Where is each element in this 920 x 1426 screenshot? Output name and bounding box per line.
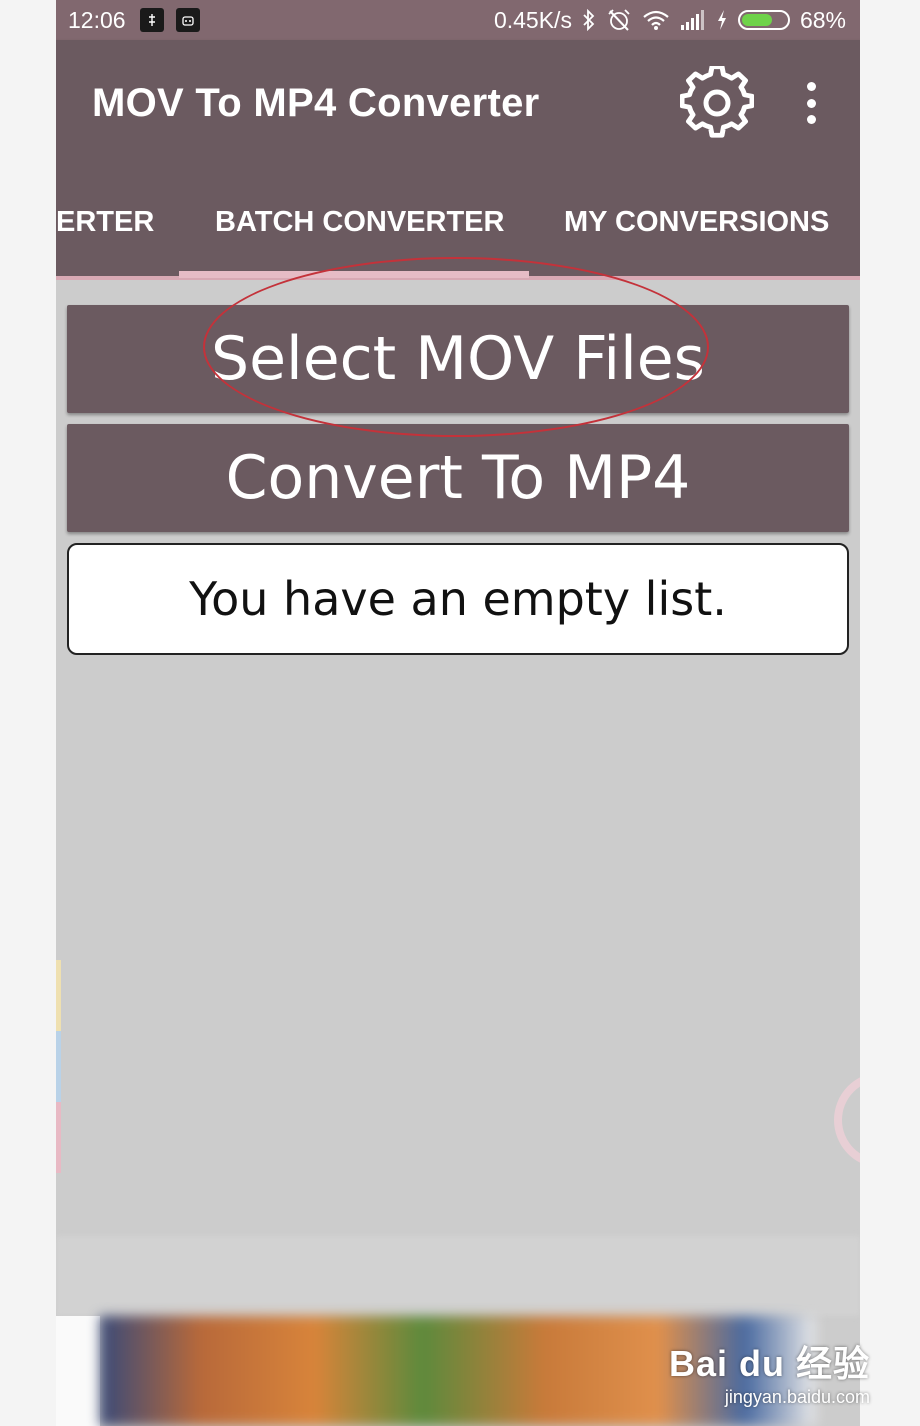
empty-list-message: You have an empty list. bbox=[189, 572, 727, 626]
watermark-logo: Bai du 经验 bbox=[668, 1343, 870, 1384]
signal-icon bbox=[680, 10, 704, 30]
charging-icon bbox=[717, 10, 726, 30]
floating-ring-decoration bbox=[834, 1072, 860, 1168]
app-title: MOV To MP4 Converter bbox=[92, 80, 540, 125]
tab-batch-converter[interactable]: BATCH CONVERTER bbox=[215, 206, 504, 239]
battery-level bbox=[741, 14, 772, 26]
gear-icon[interactable] bbox=[680, 66, 754, 140]
status-time: 12:06 bbox=[68, 6, 126, 33]
ad-blur-band bbox=[56, 1236, 860, 1316]
notification-app-icon bbox=[139, 8, 164, 32]
status-bar: 12:06 0.45K/s 68% bbox=[56, 0, 860, 40]
ad-left-margin bbox=[56, 1316, 100, 1426]
tab-my-conversions[interactable]: MY CONVERSIONS bbox=[564, 206, 829, 239]
app-bar: MOV To MP4 Converter bbox=[56, 40, 860, 166]
convert-to-mp4-button[interactable]: Convert To MP4 bbox=[67, 424, 849, 532]
right-margin bbox=[860, 0, 920, 1426]
tab-bar: ERTER BATCH CONVERTER MY CONVERSIONS bbox=[56, 166, 860, 280]
wifi-icon bbox=[643, 10, 669, 30]
watermark-url: jingyan.baidu.com bbox=[724, 1387, 870, 1407]
status-right-group: 0.45K/s 68% bbox=[494, 7, 846, 34]
network-speed: 0.45K/s bbox=[493, 6, 572, 33]
file-list-empty: You have an empty list. bbox=[67, 543, 849, 655]
edge-decoration bbox=[56, 960, 61, 1173]
battery-percent: 68% bbox=[799, 6, 846, 33]
bluetooth-icon bbox=[583, 9, 595, 31]
alarm-off-icon bbox=[608, 9, 630, 31]
select-mov-files-button[interactable]: Select MOV Files bbox=[67, 305, 849, 413]
tab-indicator bbox=[179, 271, 529, 278]
more-vert-icon[interactable] bbox=[802, 82, 820, 124]
notification-robot-icon bbox=[175, 8, 200, 32]
battery-icon bbox=[737, 10, 790, 30]
tab-converter[interactable]: ERTER bbox=[56, 206, 154, 239]
watermark: Bai du 经验 jingyan.baidu.com bbox=[669, 1335, 870, 1408]
phone-screen: 12:06 0.45K/s 68% MOV To MP4 Converter E… bbox=[56, 0, 860, 1426]
